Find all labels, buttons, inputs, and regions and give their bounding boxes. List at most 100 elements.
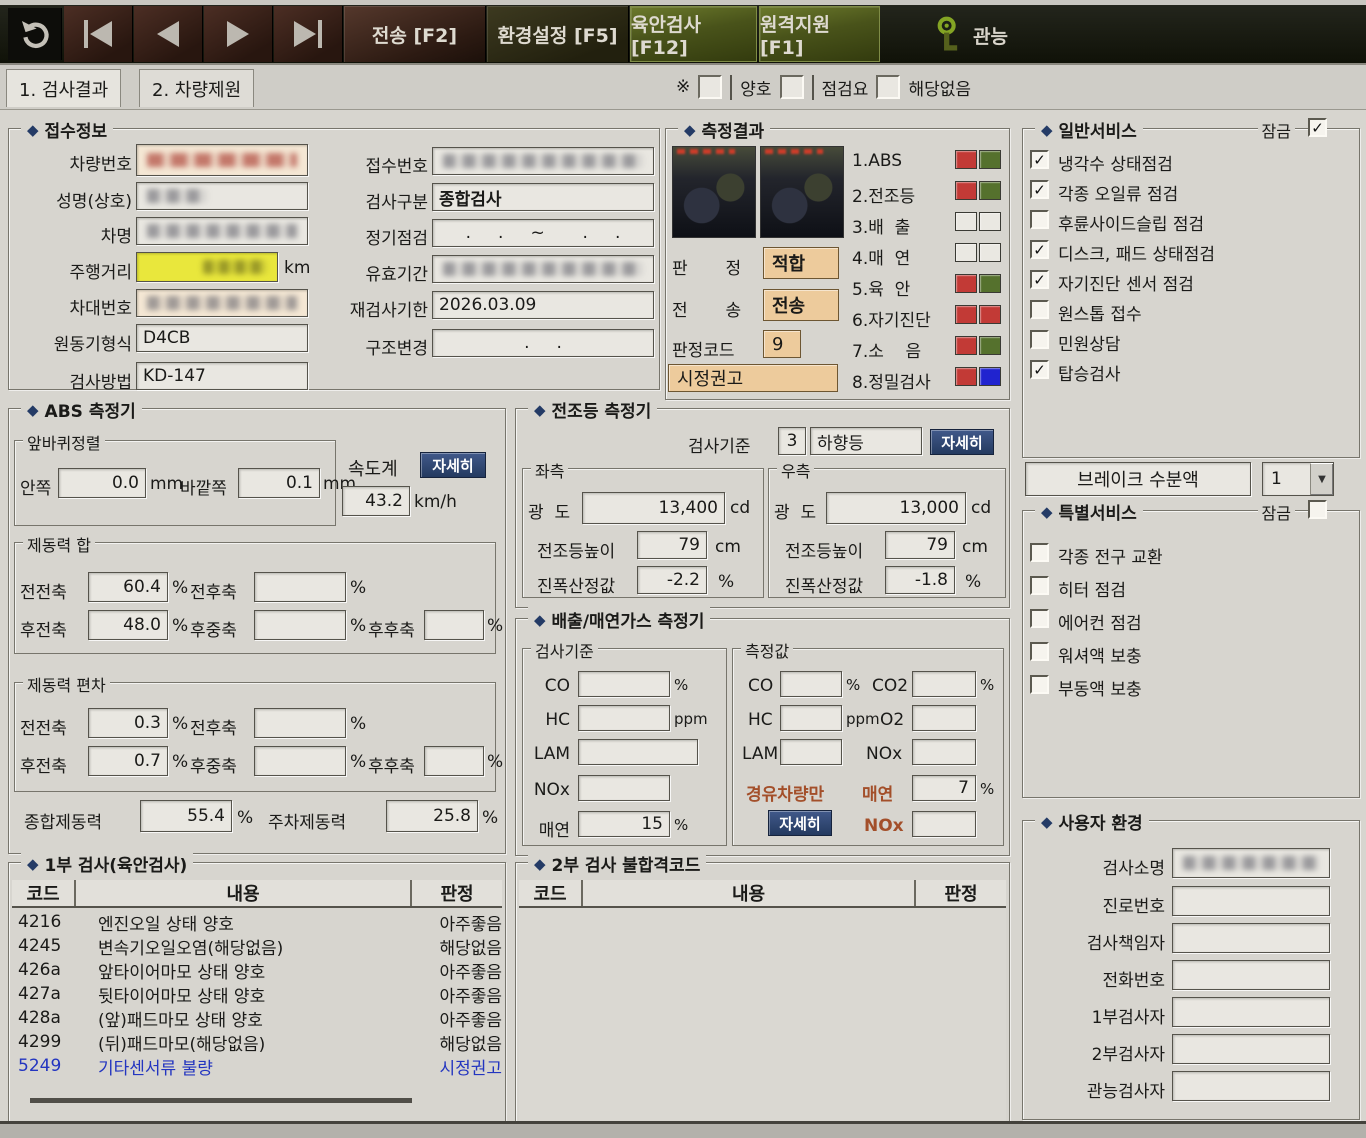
service-checkbox[interactable] bbox=[1030, 210, 1049, 229]
plate-field[interactable] bbox=[136, 144, 308, 176]
tab-vehicle-spec[interactable]: 2. 차량제원 bbox=[139, 69, 254, 107]
left-amp-field[interactable]: -2.2 bbox=[637, 566, 707, 594]
mea-lam-field[interactable] bbox=[780, 739, 842, 765]
right-height-field[interactable]: 79 bbox=[885, 531, 955, 559]
right-lum-field[interactable]: 13,000 bbox=[826, 492, 966, 524]
service-label: 디스크, 패드 상태점검 bbox=[1058, 240, 1215, 265]
left-height-field[interactable]: 79 bbox=[637, 531, 707, 559]
car-name-field[interactable] bbox=[136, 217, 308, 245]
rr-field[interactable] bbox=[424, 610, 484, 640]
mea-hc-field[interactable] bbox=[780, 705, 842, 731]
nav-last-button[interactable] bbox=[274, 6, 343, 62]
mea-smoke-field[interactable]: 7 bbox=[912, 775, 976, 801]
brake-fluid-dropdown[interactable]: 1 ▼ bbox=[1262, 462, 1334, 496]
left-lum-field[interactable]: 13,400 bbox=[582, 492, 725, 524]
speed-detail-button[interactable]: 자세히 bbox=[420, 452, 486, 478]
special-checkbox[interactable] bbox=[1030, 675, 1049, 694]
valid-field[interactable] bbox=[432, 255, 654, 283]
table-row[interactable]: 426a 앞타이어마모 상태 양호 아주좋음 bbox=[12, 958, 502, 982]
part2-inspector-field[interactable] bbox=[1172, 1034, 1330, 1064]
parking-brake-field[interactable]: 25.8 bbox=[386, 800, 478, 832]
insp-class-field[interactable]: 종합검사 bbox=[432, 183, 654, 211]
ff-field[interactable]: 60.4 bbox=[88, 572, 168, 602]
std-smoke-field[interactable]: 15 bbox=[578, 811, 670, 837]
special-checkbox[interactable] bbox=[1030, 609, 1049, 628]
chief-inspector-field[interactable] bbox=[1172, 923, 1330, 953]
settings-button[interactable]: 환경설정 [F5] bbox=[487, 6, 629, 62]
engine-type-field[interactable]: D4CB bbox=[136, 324, 308, 352]
mea-nox2-field[interactable] bbox=[912, 811, 976, 837]
right-amp-field[interactable]: -1.8 bbox=[885, 566, 955, 594]
receipt-no-field[interactable] bbox=[432, 147, 654, 175]
nav-next-button[interactable] bbox=[204, 6, 273, 62]
special-checkbox[interactable] bbox=[1030, 543, 1049, 562]
send-button[interactable]: 전송 [F2] bbox=[344, 6, 486, 62]
fr-dev-field[interactable] bbox=[254, 708, 346, 738]
re-deadline-field[interactable]: 2026.03.09 bbox=[432, 291, 654, 319]
table-row[interactable]: 4245 변속기오일오염(해당없음) 해당없음 bbox=[12, 934, 502, 958]
owner-name-field[interactable] bbox=[136, 182, 308, 210]
rr-dev-field[interactable] bbox=[424, 746, 484, 776]
nav-first-button[interactable] bbox=[64, 6, 133, 62]
periodic-field[interactable]: . . ~ . . bbox=[432, 219, 654, 247]
horizontal-scrollbar[interactable] bbox=[30, 1098, 412, 1103]
method-field[interactable]: KD-147 bbox=[136, 362, 308, 390]
speed-field[interactable]: 43.2 bbox=[342, 486, 410, 516]
table-row[interactable]: 4299 (뒤)패드마모(해당없음) 해당없음 bbox=[12, 1030, 502, 1054]
headlight-standard-value[interactable]: 하향등 bbox=[810, 427, 922, 455]
re-deadline-label: 재검사기한 bbox=[330, 296, 428, 321]
service-checkbox[interactable]: ✓ bbox=[1030, 180, 1049, 199]
inner-field[interactable]: 0.0 bbox=[58, 468, 146, 498]
table-row[interactable]: 427a 뒷타이어마모 상태 양호 아주좋음 bbox=[12, 982, 502, 1006]
visual-inspection-button[interactable]: 육안검사 [F12] bbox=[630, 6, 757, 62]
dropdown-arrow-icon[interactable]: ▼ bbox=[1310, 463, 1333, 495]
mea-nox-field[interactable] bbox=[912, 739, 976, 765]
total-brake-field[interactable]: 55.4 bbox=[140, 800, 232, 832]
special-checkbox[interactable] bbox=[1030, 576, 1049, 595]
mea-co-field[interactable] bbox=[780, 671, 842, 697]
station-name-field[interactable] bbox=[1172, 848, 1330, 878]
special-checkbox[interactable] bbox=[1030, 642, 1049, 661]
service-checkbox[interactable] bbox=[1030, 330, 1049, 349]
table-row[interactable]: 5249 기타센서류 불량 시정권고 bbox=[12, 1054, 502, 1078]
vin-field[interactable] bbox=[136, 289, 308, 317]
refresh-button[interactable] bbox=[8, 8, 62, 60]
periodic-label: 정기점검 bbox=[340, 224, 428, 249]
lane-no-field[interactable] bbox=[1172, 886, 1330, 916]
std-lam-field[interactable] bbox=[578, 739, 698, 765]
fr-field[interactable] bbox=[254, 572, 346, 602]
table-row[interactable]: 4216 엔진오일 상태 양호 아주좋음 bbox=[12, 910, 502, 934]
phone-field[interactable] bbox=[1172, 960, 1330, 990]
general-lock-checkbox[interactable]: ✓ bbox=[1308, 118, 1327, 137]
nav-prev-button[interactable] bbox=[134, 6, 203, 62]
mea-co2-field[interactable] bbox=[912, 671, 976, 697]
mea-o2-field[interactable] bbox=[912, 705, 976, 731]
special-lock-checkbox[interactable] bbox=[1308, 500, 1327, 519]
service-checkbox[interactable]: ✓ bbox=[1030, 270, 1049, 289]
rf-dev-field[interactable]: 0.7 bbox=[88, 746, 168, 776]
service-checkbox[interactable]: ✓ bbox=[1030, 240, 1049, 259]
service-checkbox[interactable] bbox=[1030, 300, 1049, 319]
rf-field[interactable]: 48.0 bbox=[88, 610, 168, 640]
tab-inspection-result[interactable]: 1. 검사결과 bbox=[6, 69, 121, 107]
brake-fluid-button[interactable]: 브레이크 수분액 bbox=[1025, 462, 1251, 496]
mileage-field[interactable] bbox=[136, 252, 278, 282]
remote-support-button[interactable]: 원격지원 [F1] bbox=[759, 6, 880, 62]
headlight-detail-button[interactable]: 자세히 bbox=[930, 429, 994, 455]
service-checkbox[interactable]: ✓ bbox=[1030, 150, 1049, 169]
outer-field[interactable]: 0.1 bbox=[238, 468, 320, 498]
std-nox-field[interactable] bbox=[578, 775, 670, 801]
ff-dev-field[interactable]: 0.3 bbox=[88, 708, 168, 738]
std-hc-field[interactable] bbox=[578, 705, 670, 731]
part1-inspector-field[interactable] bbox=[1172, 997, 1330, 1027]
service-checkbox[interactable]: ✓ bbox=[1030, 360, 1049, 379]
emission-detail-button[interactable]: 자세히 bbox=[768, 810, 832, 836]
rm-field[interactable] bbox=[254, 610, 346, 640]
sensory-inspector-field[interactable] bbox=[1172, 1071, 1330, 1101]
sensory-check-button[interactable]: 관능 bbox=[935, 13, 1008, 57]
std-co-field[interactable] bbox=[578, 671, 670, 697]
structure-field[interactable]: . . bbox=[432, 329, 654, 357]
rm-dev-field[interactable] bbox=[254, 746, 346, 776]
table-row[interactable]: 428a (앞)패드마모 상태 양호 아주좋음 bbox=[12, 1006, 502, 1030]
headlight-standard-code[interactable]: 3 bbox=[778, 427, 806, 455]
